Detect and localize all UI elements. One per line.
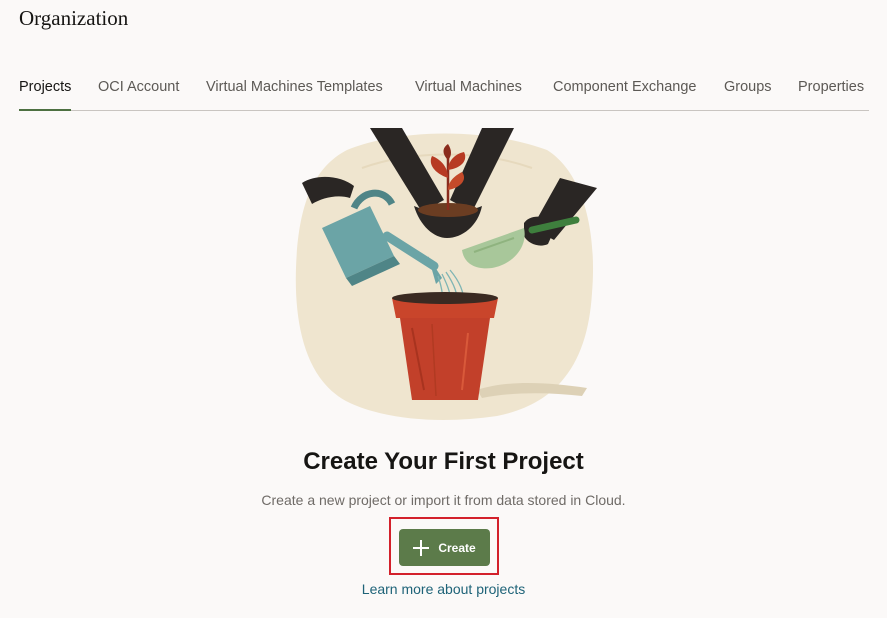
learn-more-link[interactable]: Learn more about projects	[362, 581, 525, 597]
tab-virtual-machines-templates[interactable]: Virtual Machines Templates	[206, 79, 383, 110]
tab-bar: Projects OCI Account Virtual Machines Te…	[19, 79, 869, 111]
empty-state-heading: Create Your First Project	[303, 448, 584, 475]
tab-groups[interactable]: Groups	[724, 79, 772, 110]
page-title: Organization	[19, 6, 129, 30]
empty-state-description: Create a new project or import it from d…	[261, 492, 626, 508]
create-button[interactable]: Create	[399, 529, 490, 566]
tab-component-exchange[interactable]: Component Exchange	[553, 79, 697, 110]
tab-oci-account[interactable]: OCI Account	[98, 79, 179, 110]
create-button-label: Create	[438, 540, 476, 555]
tab-projects[interactable]: Projects	[19, 79, 72, 111]
hands-watering-plant-illustration	[295, 128, 597, 420]
learn-more-container: Learn more about projects	[0, 581, 887, 597]
plus-icon	[413, 539, 430, 556]
organization-page: Organization Projects OCI Account Virtua…	[0, 0, 887, 618]
tab-virtual-machines[interactable]: Virtual Machines	[415, 79, 522, 110]
tab-properties[interactable]: Properties	[798, 79, 864, 110]
